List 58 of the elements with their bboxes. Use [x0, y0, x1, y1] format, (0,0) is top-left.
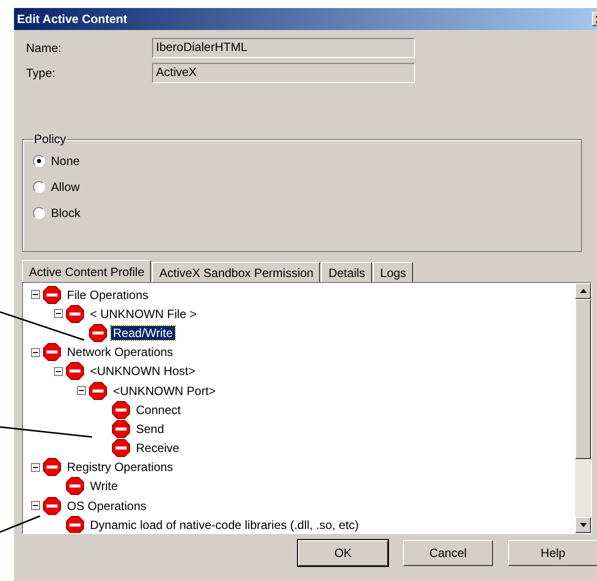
- stop-sign-icon: [66, 477, 84, 496]
- tree-item[interactable]: <UNKNOWN Port>: [111, 384, 218, 398]
- radio-button[interactable]: [33, 181, 45, 193]
- stop-sign-icon: [112, 400, 130, 419]
- collapse-toggle[interactable]: [77, 386, 86, 396]
- collapse-toggle[interactable]: [31, 462, 40, 472]
- scroll-up-button[interactable]: [575, 283, 591, 299]
- scroll-down-button[interactable]: [575, 517, 591, 533]
- group-title: Policy: [33, 132, 68, 146]
- tab[interactable]: Logs: [373, 262, 414, 282]
- leader-line: [0, 515, 40, 533]
- stop-sign-icon: [112, 420, 130, 438]
- radio-button[interactable]: [33, 155, 45, 167]
- radio-button[interactable]: [33, 207, 45, 219]
- field-label: Name:: [25, 41, 62, 55]
- field-label: Type:: [25, 66, 56, 80]
- tree-item[interactable]: Write: [88, 479, 120, 494]
- scroll-bar[interactable]: [575, 283, 591, 533]
- tree-item[interactable]: Registry Operations: [65, 460, 176, 474]
- radio-label: Allow: [51, 180, 80, 194]
- tree-item[interactable]: Dynamic load of native-code libraries (.dll, .so, etc): [88, 518, 361, 532]
- tree-item[interactable]: File Operations: [65, 288, 150, 302]
- stop-sign-icon: [66, 304, 84, 323]
- dialog-button[interactable]: Help: [508, 540, 597, 566]
- tree-item[interactable]: Read/Write: [111, 326, 175, 340]
- stop-sign-icon: [66, 362, 84, 380]
- stop-sign-icon: [89, 382, 107, 400]
- collapse-toggle[interactable]: [31, 290, 40, 300]
- down-arrow-icon: [580, 523, 586, 527]
- collapse-toggle[interactable]: [31, 348, 40, 357]
- up-arrow-icon: [580, 289, 586, 293]
- dialog-button[interactable]: OK: [298, 540, 388, 566]
- tree-item[interactable]: OS Operations: [65, 498, 148, 513]
- tree-item[interactable]: <UNKNOWN Host>: [88, 364, 198, 378]
- collapse-toggle[interactable]: [54, 366, 63, 376]
- tree-item[interactable]: Send: [134, 422, 166, 436]
- dialog-button[interactable]: Cancel: [403, 540, 493, 566]
- read-only-field[interactable]: ActiveX: [152, 63, 415, 83]
- window-title: Edit Active Content: [17, 12, 128, 26]
- read-only-field[interactable]: IberoDialerHTML: [152, 38, 415, 58]
- tree-item[interactable]: Network Operations: [65, 345, 176, 360]
- tree-item[interactable]: < UNKNOWN File >: [88, 306, 199, 321]
- stop-sign-icon: [43, 286, 61, 304]
- scroll-thumb[interactable]: [575, 299, 591, 459]
- collapse-toggle[interactable]: [54, 309, 63, 318]
- tab[interactable]: Active Content Profile: [22, 260, 152, 282]
- tab[interactable]: Details: [321, 262, 372, 282]
- collapse-toggle[interactable]: [31, 501, 40, 510]
- stop-sign-icon: [43, 458, 61, 476]
- stop-sign-icon: [112, 439, 130, 458]
- radio-label: Block: [51, 206, 80, 220]
- radio-label: None: [51, 154, 80, 168]
- stop-sign-icon: [43, 343, 61, 362]
- stop-sign-icon: [43, 496, 61, 515]
- stop-sign-icon: [89, 324, 107, 342]
- tree-item[interactable]: Receive: [134, 441, 182, 456]
- tree-item[interactable]: Connect: [134, 402, 183, 417]
- tab[interactable]: ActiveX Sandbox Permission: [152, 262, 320, 282]
